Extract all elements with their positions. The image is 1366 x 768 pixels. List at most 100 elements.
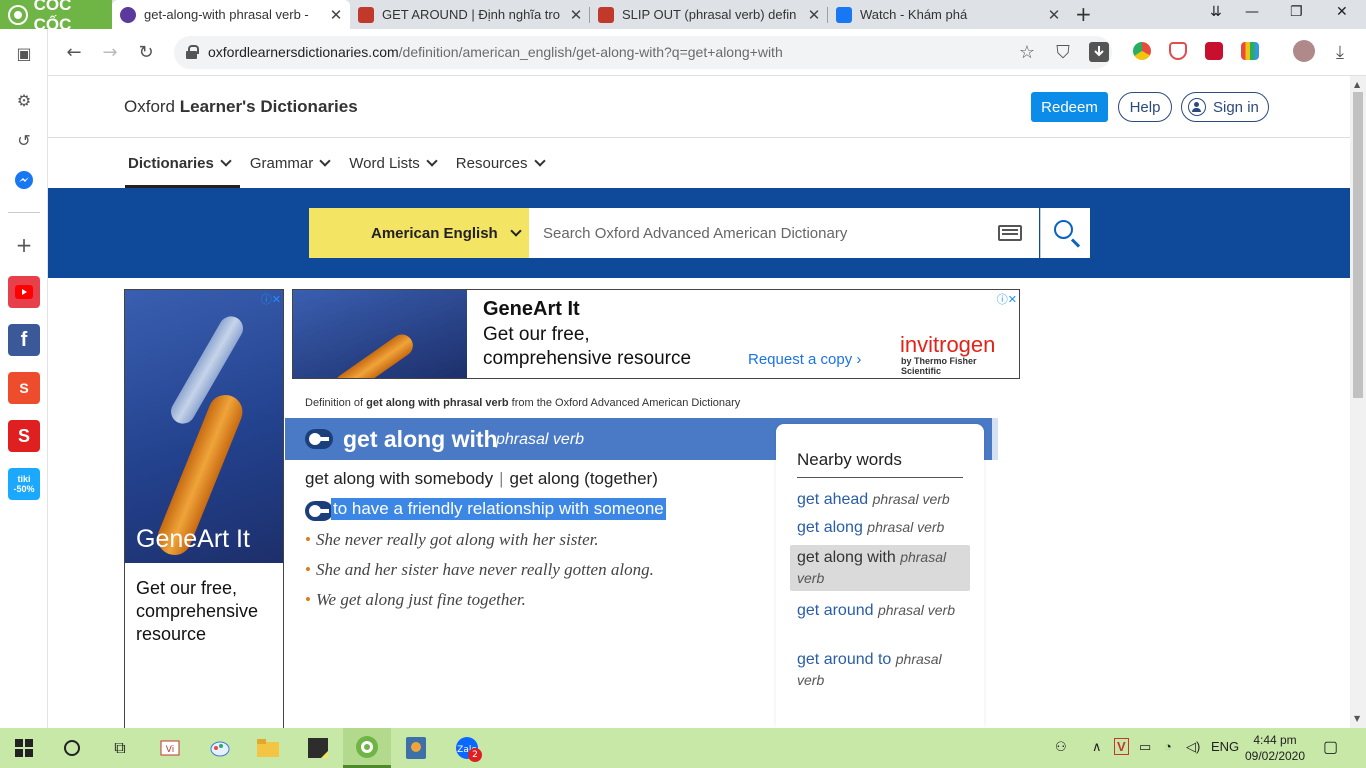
history-icon[interactable]: ↺	[8, 124, 40, 156]
notification-badge: 2	[468, 748, 482, 762]
tab-get-around[interactable]: GET AROUND | Định nghĩa tro ✕	[350, 0, 590, 29]
wifi-icon[interactable]: ◔	[1164, 739, 1172, 754]
web-page: Oxford Learner's Dictionaries Redeem Hel…	[48, 76, 1350, 728]
coccoc-menu-button[interactable]: CỐC CỐC	[0, 0, 112, 34]
search-button[interactable]	[1040, 208, 1090, 258]
keyboard-icon[interactable]	[998, 225, 1022, 241]
facebook-icon[interactable]: f	[8, 324, 40, 356]
ad-left[interactable]: ⓘ✕ GeneArt It Get our free, comprehensiv…	[124, 289, 284, 728]
ad-body: Get our free, comprehensive resource	[483, 324, 692, 369]
definition-text[interactable]: to have a friendly relationship with som…	[331, 498, 666, 520]
ad-top[interactable]: GeneArt It Get our free, comprehensive r…	[292, 289, 1020, 379]
search-input[interactable]	[529, 208, 1039, 258]
nearby-word-link[interactable]: get ahead phrasal verb	[790, 487, 970, 512]
downloads-icon[interactable]: ⤓	[1327, 39, 1353, 65]
oxford-3000-key-icon[interactable]	[305, 429, 333, 449]
nav-word-lists[interactable]: Word Lists	[349, 138, 438, 188]
close-tab-icon[interactable]: ✕	[328, 6, 344, 24]
scroll-up-icon[interactable]: ▲	[1354, 80, 1360, 89]
oxford-3000-key-icon[interactable]	[305, 501, 333, 521]
sticky-notes-icon[interactable]	[306, 736, 330, 760]
page-scrollbar[interactable]: ▲ ▼	[1350, 76, 1366, 728]
shopee-icon[interactable]: S	[8, 372, 40, 404]
people-icon[interactable]: ⚇	[1055, 739, 1067, 755]
sendo-icon[interactable]: S	[8, 420, 40, 452]
download-page-icon[interactable]	[1086, 39, 1112, 65]
paint-app-icon[interactable]	[208, 736, 232, 760]
forward-button[interactable]: →	[97, 39, 123, 65]
file-explorer-icon[interactable]	[256, 736, 280, 760]
nav-resources[interactable]: Resources	[456, 138, 546, 188]
search-icon[interactable]	[60, 736, 84, 760]
scrollbar-thumb[interactable]	[1353, 92, 1363, 398]
messenger-icon[interactable]	[8, 164, 40, 196]
nearby-word-link[interactable]: get around phrasal verb	[790, 598, 970, 623]
tray-chevron-up-icon[interactable]: ∧	[1092, 739, 1102, 755]
task-view-icon[interactable]: ⧉	[108, 736, 132, 760]
profile-avatar[interactable]	[1293, 40, 1315, 62]
ad-choices-icon[interactable]: ⓘ✕	[253, 291, 281, 306]
settings-icon[interactable]: ⚙	[8, 84, 40, 116]
app-taskbar-icon[interactable]	[404, 736, 428, 760]
reload-button[interactable]: ↻	[133, 39, 159, 65]
oxford-favicon-icon	[120, 6, 136, 23]
help-button[interactable]: Help	[1118, 92, 1172, 122]
close-window-button[interactable]: ✕	[1336, 4, 1348, 20]
bookmark-star-icon[interactable]: ☆	[1014, 39, 1040, 65]
user-icon	[1188, 98, 1206, 116]
nearby-word-current[interactable]: get along with phrasal verb	[790, 545, 970, 591]
notifications-icon[interactable]: ▢	[1323, 737, 1338, 757]
example-sentence: • We get along just fine together.	[305, 590, 526, 609]
add-app-icon[interactable]: +	[8, 229, 40, 261]
unikey-app-icon[interactable]: Vi	[158, 736, 182, 760]
dictionary-select[interactable]: American English	[309, 208, 529, 258]
back-button[interactable]: ←	[61, 39, 87, 65]
browser-toolbar: ← → ↻ oxfordlearnersdictionaries.com/def…	[48, 29, 1366, 76]
close-tab-icon[interactable]: ✕	[568, 6, 584, 24]
minimize-button[interactable]: —	[1245, 4, 1259, 20]
tab-watch[interactable]: Watch - Khám phá ✕	[828, 0, 1068, 29]
macmillan-favicon-icon	[598, 6, 614, 23]
part-of-speech: phrasal verb	[496, 431, 585, 448]
restore-button[interactable]: ❐	[1290, 4, 1303, 20]
close-tab-icon[interactable]: ✕	[806, 6, 822, 24]
shield-icon[interactable]: ⛉	[1050, 39, 1076, 65]
scroll-down-icon[interactable]: ▼	[1354, 714, 1360, 723]
url-text[interactable]: oxfordlearnersdictionaries.com/definitio…	[208, 44, 783, 60]
color-extension-icon[interactable]	[1241, 42, 1259, 60]
chrome-extension-icon[interactable]	[1133, 42, 1151, 60]
tab-slip-out[interactable]: SLIP OUT (phrasal verb) defin ✕	[590, 0, 828, 29]
ad-choices-icon[interactable]: ⓘ✕	[989, 291, 1017, 306]
zalo-taskbar-icon[interactable]: Zalo 2	[452, 736, 482, 762]
redeem-button[interactable]: Redeem	[1031, 92, 1108, 122]
battery-icon[interactable]: ▭	[1139, 739, 1151, 755]
red-extension-icon[interactable]	[1205, 42, 1223, 60]
sign-in-button[interactable]: Sign in	[1181, 92, 1269, 122]
close-tab-icon[interactable]: ✕	[1046, 6, 1062, 24]
tiki-icon[interactable]: tiki -50%	[8, 468, 40, 500]
nearby-words-panel: Nearby words get ahead phrasal verb get …	[776, 424, 984, 728]
tab-get-along-with[interactable]: get-along-with phrasal verb - ✕	[112, 0, 350, 29]
tab-title: GET AROUND | Định nghĩa tro	[382, 7, 560, 22]
clock-date: 09/02/2020	[1244, 749, 1306, 763]
address-bar[interactable]: oxfordlearnersdictionaries.com/definitio…	[174, 36, 1112, 69]
headword: get along with	[343, 426, 498, 452]
tab-search-button[interactable]: ⇊	[1210, 4, 1222, 20]
lock-icon[interactable]	[186, 45, 199, 59]
windows-start-icon[interactable]	[12, 736, 36, 760]
nav-dictionaries[interactable]: Dictionaries	[125, 138, 240, 188]
ad-request-link[interactable]: Request a copy ›	[748, 351, 861, 368]
site-title[interactable]: Oxford Learner's Dictionaries	[124, 97, 358, 117]
nearby-word-link[interactable]: get along phrasal verb	[790, 515, 970, 540]
nav-grammar[interactable]: Grammar	[250, 138, 331, 188]
new-tab-button[interactable]: +	[1075, 2, 1092, 26]
coccoc-taskbar-icon[interactable]	[343, 728, 391, 768]
adblock-extension-icon[interactable]	[1169, 42, 1187, 60]
volume-icon[interactable]: ◁)	[1186, 739, 1200, 755]
sidebar-toggle-icon[interactable]: ▣	[8, 37, 40, 69]
youtube-icon[interactable]	[8, 276, 40, 308]
input-language[interactable]: ENG	[1211, 739, 1239, 754]
nearby-word-link[interactable]: get around to phrasal verb	[790, 647, 970, 693]
unikey-tray-icon[interactable]: V	[1114, 738, 1129, 755]
clock[interactable]: 4:44 pm 09/02/2020	[1240, 732, 1310, 764]
